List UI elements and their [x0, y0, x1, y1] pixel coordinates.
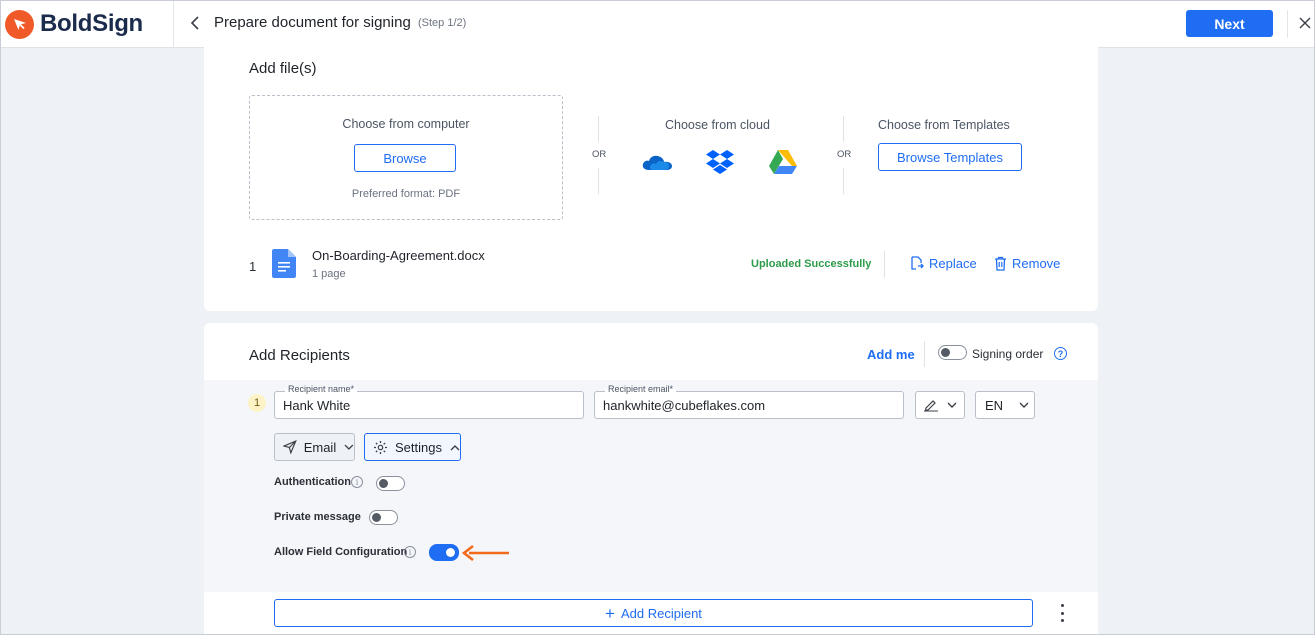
- chevron-down-icon: [1019, 402, 1029, 408]
- app-name: BoldSign: [40, 10, 143, 37]
- close-button[interactable]: [1296, 14, 1314, 32]
- boldsign-logo-icon: [5, 9, 34, 39]
- recipient-email-label: Recipient email*: [605, 384, 677, 394]
- dot: [1060, 604, 1064, 607]
- file-name: On-Boarding-Agreement.docx: [312, 248, 485, 263]
- allow-field-configuration-label: Allow Field Configuration: [274, 546, 408, 558]
- private-message-label: Private message: [274, 511, 361, 523]
- chevron-down-icon: [344, 444, 354, 450]
- dot: [1060, 619, 1064, 622]
- delivery-method-label: Email: [303, 439, 337, 455]
- next-button[interactable]: Next: [1186, 10, 1273, 37]
- recipient-name-field[interactable]: Recipient name* Hank White: [274, 384, 584, 419]
- toggle-knob: [446, 548, 455, 557]
- add-recipient-label: Add Recipient: [620, 605, 702, 621]
- more-options-button[interactable]: [1056, 604, 1068, 622]
- browse-button[interactable]: Browse: [354, 144, 456, 172]
- gear-icon: [374, 440, 387, 454]
- upload-status: Uploaded Successfully: [751, 258, 872, 270]
- language-dropdown[interactable]: EN: [975, 391, 1035, 419]
- allow-field-configuration-toggle[interactable]: [429, 544, 459, 561]
- page-title: Prepare document for signing: [214, 14, 411, 31]
- preferred-format-note: Preferred format: PDF: [351, 188, 461, 200]
- onedrive-icon[interactable]: [640, 149, 674, 175]
- replace-button[interactable]: Replace: [909, 256, 977, 271]
- header-divider: [1287, 10, 1288, 38]
- chevron-left-icon: [190, 16, 199, 30]
- computer-drop-zone[interactable]: Choose from computer Browse Preferred fo…: [249, 95, 563, 220]
- or-separator: OR: [592, 149, 607, 160]
- divider-line: [843, 168, 844, 194]
- trash-icon: [995, 256, 1006, 271]
- chevron-down-icon: [947, 402, 957, 408]
- recipient-row: 1 Recipient name* Hank White Recipient e…: [204, 380, 1098, 592]
- plus-icon: +: [605, 603, 615, 623]
- step-indicator: (Step 1/2): [418, 17, 467, 29]
- recipient-email-value: hankwhite@cubeflakes.com: [603, 398, 766, 413]
- toggle-knob: [372, 513, 381, 522]
- send-icon: [283, 440, 297, 454]
- file-page-count: 1 page: [312, 268, 346, 280]
- recipient-email-field[interactable]: Recipient email* hankwhite@cubeflakes.co…: [594, 384, 904, 419]
- file-index: 1: [249, 259, 257, 274]
- signing-order-toggle[interactable]: [938, 345, 967, 360]
- replace-label: Replace: [929, 256, 977, 271]
- role-dropdown[interactable]: [915, 391, 965, 419]
- back-button[interactable]: [184, 12, 206, 34]
- divider-line: [598, 116, 599, 142]
- recipient-name-value: Hank White: [283, 398, 351, 413]
- authentication-label: Authentication: [274, 476, 351, 488]
- or-separator: OR: [837, 149, 852, 160]
- document-file-icon: [272, 249, 296, 283]
- divider-line: [924, 341, 925, 367]
- info-icon[interactable]: i: [351, 476, 363, 488]
- dot: [1060, 611, 1064, 615]
- divider-line: [843, 116, 844, 142]
- add-recipient-button[interactable]: + Add Recipient: [274, 599, 1033, 627]
- signature-pen-icon: [924, 400, 938, 412]
- help-icon[interactable]: ?: [1054, 347, 1067, 360]
- divider-line: [598, 168, 599, 194]
- divider-line: [884, 251, 885, 278]
- add-me-button[interactable]: Add me: [867, 347, 915, 362]
- recipient-name-label: Recipient name*: [285, 384, 358, 394]
- remove-label: Remove: [1012, 256, 1061, 271]
- google-drive-icon[interactable]: [766, 148, 800, 176]
- chevron-up-icon: [450, 444, 460, 450]
- toggle-knob: [941, 348, 950, 357]
- recipient-index: 1: [248, 394, 266, 412]
- choose-cloud-label: Choose from cloud: [665, 118, 770, 132]
- remove-button[interactable]: Remove: [994, 256, 1060, 271]
- add-files-card: Add file(s) Choose from computer Browse …: [204, 40, 1098, 311]
- info-icon[interactable]: i: [404, 546, 416, 558]
- app-logo[interactable]: BoldSign: [5, 9, 143, 39]
- replace-file-icon: [911, 256, 924, 270]
- add-recipients-card: Add Recipients Add me Signing order ? 1 …: [204, 323, 1098, 635]
- highlight-arrow-icon: [461, 544, 511, 567]
- settings-label: Settings: [395, 439, 442, 455]
- language-value: EN: [985, 397, 1004, 413]
- add-recipients-title: Add Recipients: [249, 347, 350, 364]
- header-divider: [173, 0, 174, 48]
- choose-templates-label: Choose from Templates: [878, 118, 1010, 132]
- close-icon: [1299, 17, 1311, 29]
- settings-dropdown[interactable]: Settings: [364, 433, 461, 461]
- choose-computer-label: Choose from computer: [342, 117, 470, 131]
- private-message-toggle[interactable]: [369, 510, 398, 525]
- signing-order-label: Signing order: [972, 347, 1044, 361]
- delivery-method-dropdown[interactable]: Email: [274, 433, 355, 461]
- toggle-knob: [379, 479, 388, 488]
- add-files-title: Add file(s): [249, 60, 317, 77]
- dropbox-icon[interactable]: [704, 148, 736, 176]
- authentication-toggle[interactable]: [376, 476, 405, 491]
- browse-templates-button[interactable]: Browse Templates: [878, 143, 1022, 171]
